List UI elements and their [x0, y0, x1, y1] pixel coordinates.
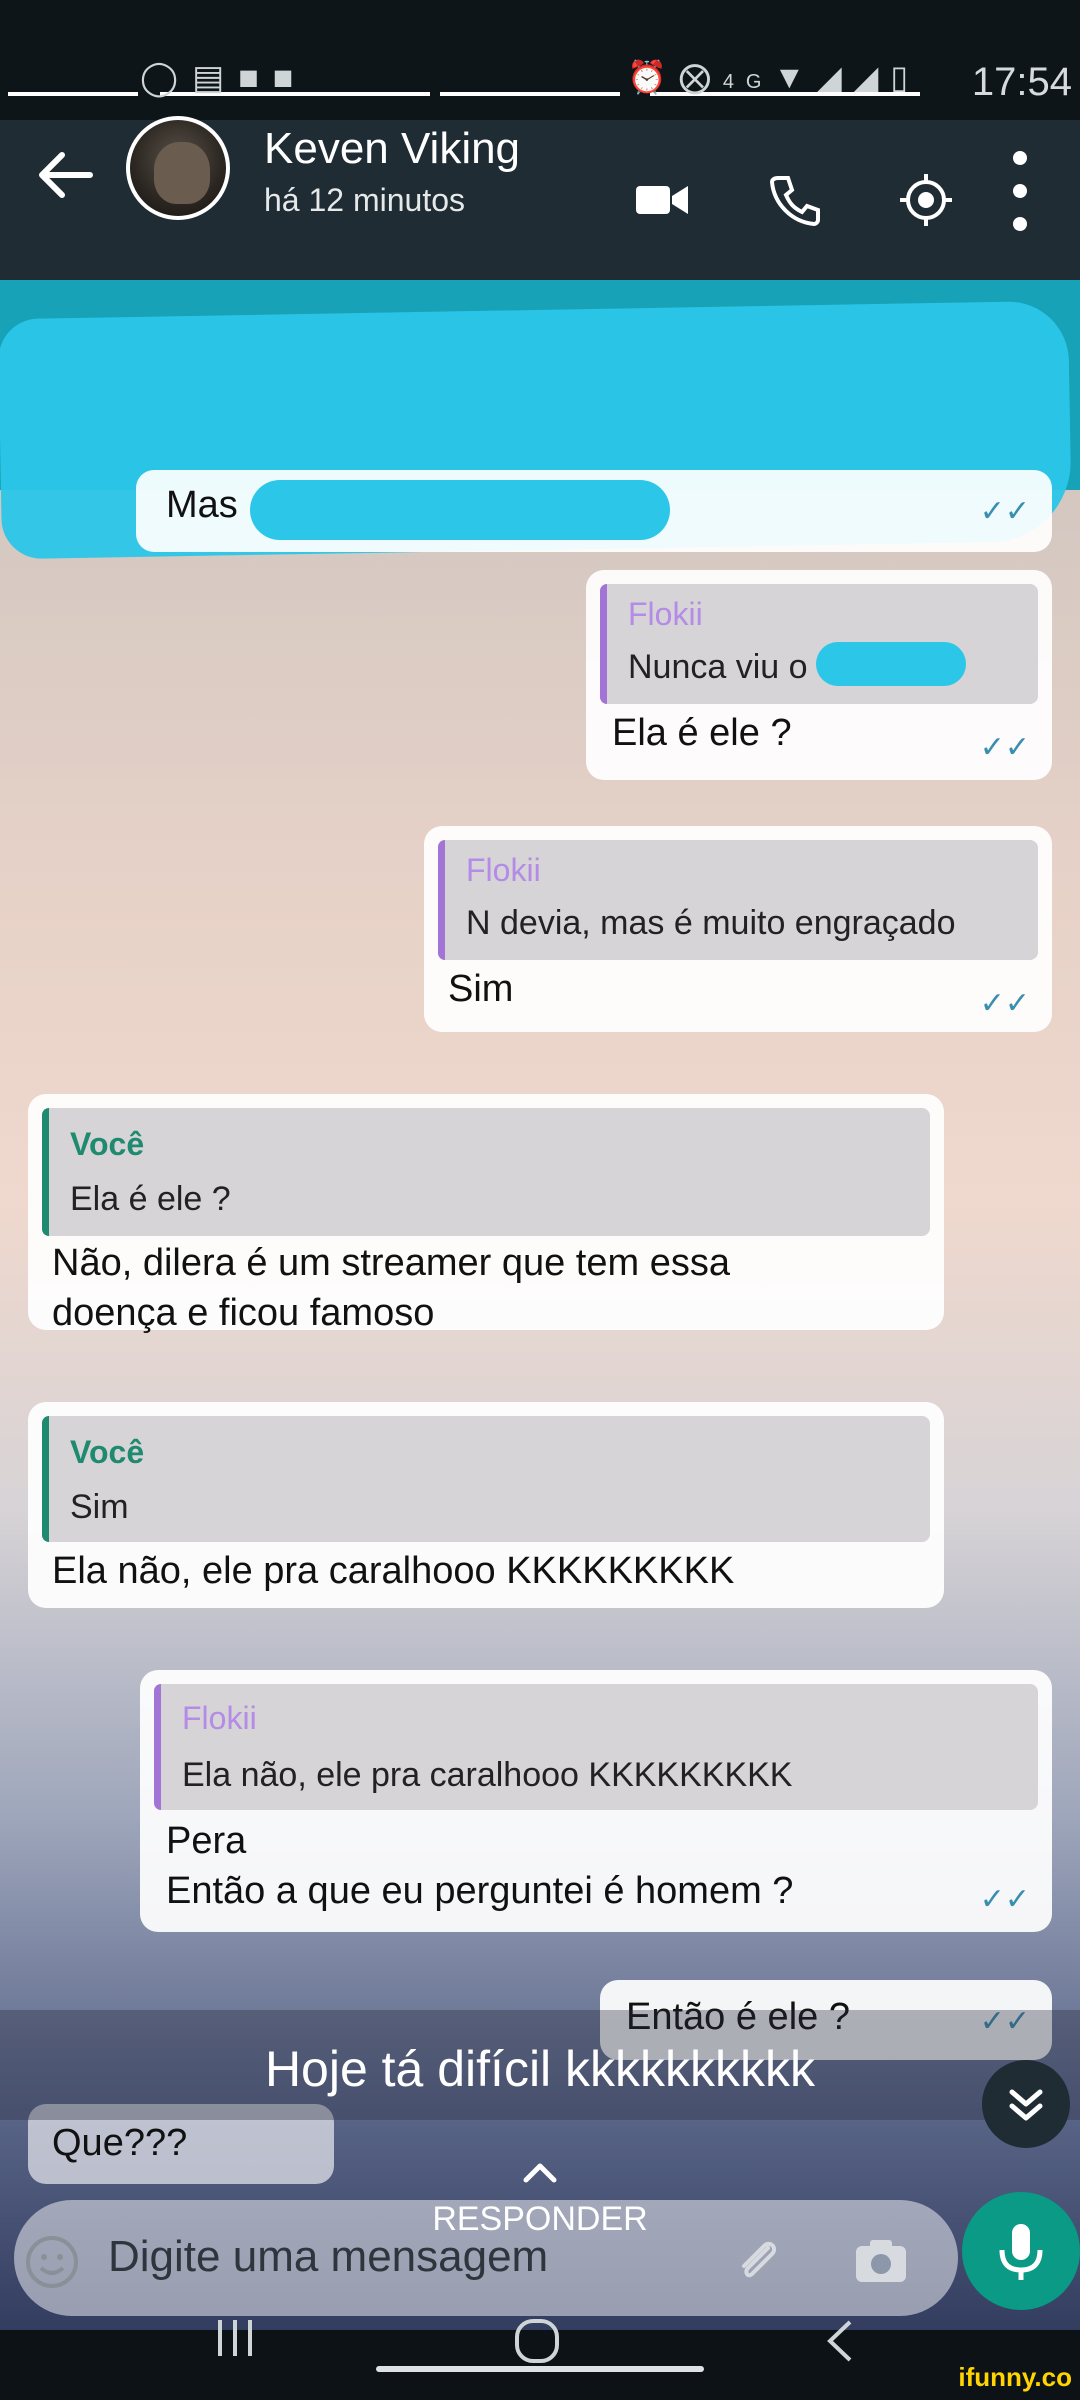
- signal-icon: ◢: [853, 59, 891, 95]
- quote-text: N devia, mas é muito engraçado: [466, 904, 956, 942]
- camera-icon[interactable]: [852, 2234, 910, 2288]
- reply-button[interactable]: RESPONDER: [0, 2200, 1080, 2239]
- quoted-reply[interactable]: Você Ela é ele ?: [42, 1108, 930, 1236]
- youtube-icon: ■: [238, 59, 273, 97]
- message-text: Que???: [52, 2122, 188, 2164]
- message-text-line: Pera: [166, 1820, 247, 1862]
- home-indicator[interactable]: [376, 2366, 704, 2372]
- status-time: 17:54: [971, 60, 1072, 104]
- wifi-icon: ▼: [773, 59, 818, 95]
- status-underline: [440, 92, 620, 96]
- quote-author: Flokii: [466, 852, 541, 888]
- censor-scribble: [250, 480, 670, 540]
- back-arrow-icon[interactable]: [30, 140, 100, 210]
- message-bubble-outgoing[interactable]: Flokii N devia, mas é muito engraçado Si…: [424, 826, 1052, 1032]
- censor-scribble: [816, 642, 966, 686]
- message-text-line: Não, dilera é um streamer que tem essa: [52, 1242, 730, 1284]
- message-bubble-outgoing[interactable]: Flokii Ela não, ele pra caralhooo KKKKKK…: [140, 1670, 1052, 1932]
- video-call-icon[interactable]: [632, 170, 692, 230]
- volte-label: 4G: [722, 71, 774, 93]
- whatsapp-icon: ◯: [140, 59, 193, 97]
- message-icon: ▤: [192, 59, 239, 97]
- home-icon[interactable]: [512, 2316, 562, 2366]
- system-icons: ⏰⨂4G▼◢◢▯: [627, 58, 920, 96]
- mute-icon: ⨂: [678, 59, 723, 95]
- avatar-face: [154, 142, 210, 204]
- quote-text: Ela não, ele pra caralhooo KKKKKKKKK: [182, 1756, 793, 1794]
- quote-author: Flokii: [628, 596, 703, 632]
- quoted-reply[interactable]: Flokii Ela não, ele pra caralhooo KKKKKK…: [154, 1684, 1038, 1810]
- phone-icon[interactable]: [764, 170, 824, 230]
- youtube-icon: ■: [272, 59, 308, 97]
- read-ticks-icon: ✓✓: [979, 987, 1030, 1020]
- quote-bar: [42, 1416, 49, 1542]
- quote-author: Você: [70, 1434, 145, 1470]
- quote-bar: [600, 584, 607, 704]
- watermark: ifunny.co: [958, 2362, 1072, 2392]
- location-icon[interactable]: [896, 170, 956, 230]
- status-underline: [8, 92, 138, 96]
- avatar[interactable]: [126, 116, 230, 220]
- quote-text: Ela é ele ?: [70, 1180, 231, 1218]
- quoted-reply[interactable]: Flokii Nunca viu o ????: [600, 584, 1038, 704]
- attach-icon[interactable]: [730, 2232, 786, 2288]
- message-bubble-incoming[interactable]: Você Ela é ele ? Não, dilera é um stream…: [28, 1094, 944, 1334]
- overlay-caption: Hoje tá difícil kkkkkkkkkk: [264, 2041, 816, 2097]
- message-text-line: Então a que eu perguntei é homem ?: [166, 1870, 794, 1912]
- read-ticks-icon: ✓✓: [979, 731, 1030, 764]
- battery-icon: ▯: [890, 59, 920, 95]
- quote-bar: [154, 1684, 161, 1810]
- message-text: Ela não, ele pra caralhooo KKKKKKKKK: [52, 1550, 735, 1592]
- quoted-reply[interactable]: Flokii N devia, mas é muito engraçado: [438, 840, 1038, 960]
- read-ticks-icon: ✓✓: [979, 1883, 1030, 1916]
- message-text: Sim: [448, 968, 514, 1010]
- message-input[interactable]: Digite uma mensagem: [108, 2232, 548, 2282]
- message-text-line: doença e ficou famoso: [52, 1292, 435, 1334]
- double-chevron-down-icon: [1009, 2089, 1043, 2121]
- alarm-icon: ⏰: [626, 59, 679, 95]
- status-bar: ◯▤■■ ⏰⨂4G▼◢◢▯ 17:54: [0, 0, 1080, 120]
- message-bubble-incoming[interactable]: Você Sim Ela não, ele pra caralhooo KKKK…: [28, 1402, 944, 1608]
- scroll-down-button[interactable]: [982, 2060, 1070, 2148]
- quote-bar: [42, 1108, 49, 1236]
- quote-author: Você: [70, 1126, 145, 1162]
- quote-author: Flokii: [182, 1700, 257, 1736]
- quote-bar: [438, 840, 445, 960]
- signal-icon: ◢: [817, 59, 854, 95]
- quoted-reply[interactable]: Você Sim: [42, 1416, 930, 1542]
- read-ticks-icon: ✓✓: [979, 495, 1030, 528]
- more-vertical-icon[interactable]: [1008, 146, 1032, 236]
- message-text: Ela é ele ?: [612, 712, 792, 754]
- chevron-up-icon[interactable]: [520, 2158, 560, 2186]
- nav-back-icon[interactable]: [820, 2316, 860, 2366]
- emoji-icon[interactable]: [22, 2232, 82, 2292]
- contact-last-seen: há 12 minutos: [264, 182, 466, 218]
- contact-name[interactable]: Keven Viking: [264, 124, 520, 174]
- recent-apps-icon[interactable]: [210, 2318, 260, 2358]
- quote-text: Sim: [70, 1488, 129, 1526]
- notification-icons: ◯▤■■: [140, 58, 307, 98]
